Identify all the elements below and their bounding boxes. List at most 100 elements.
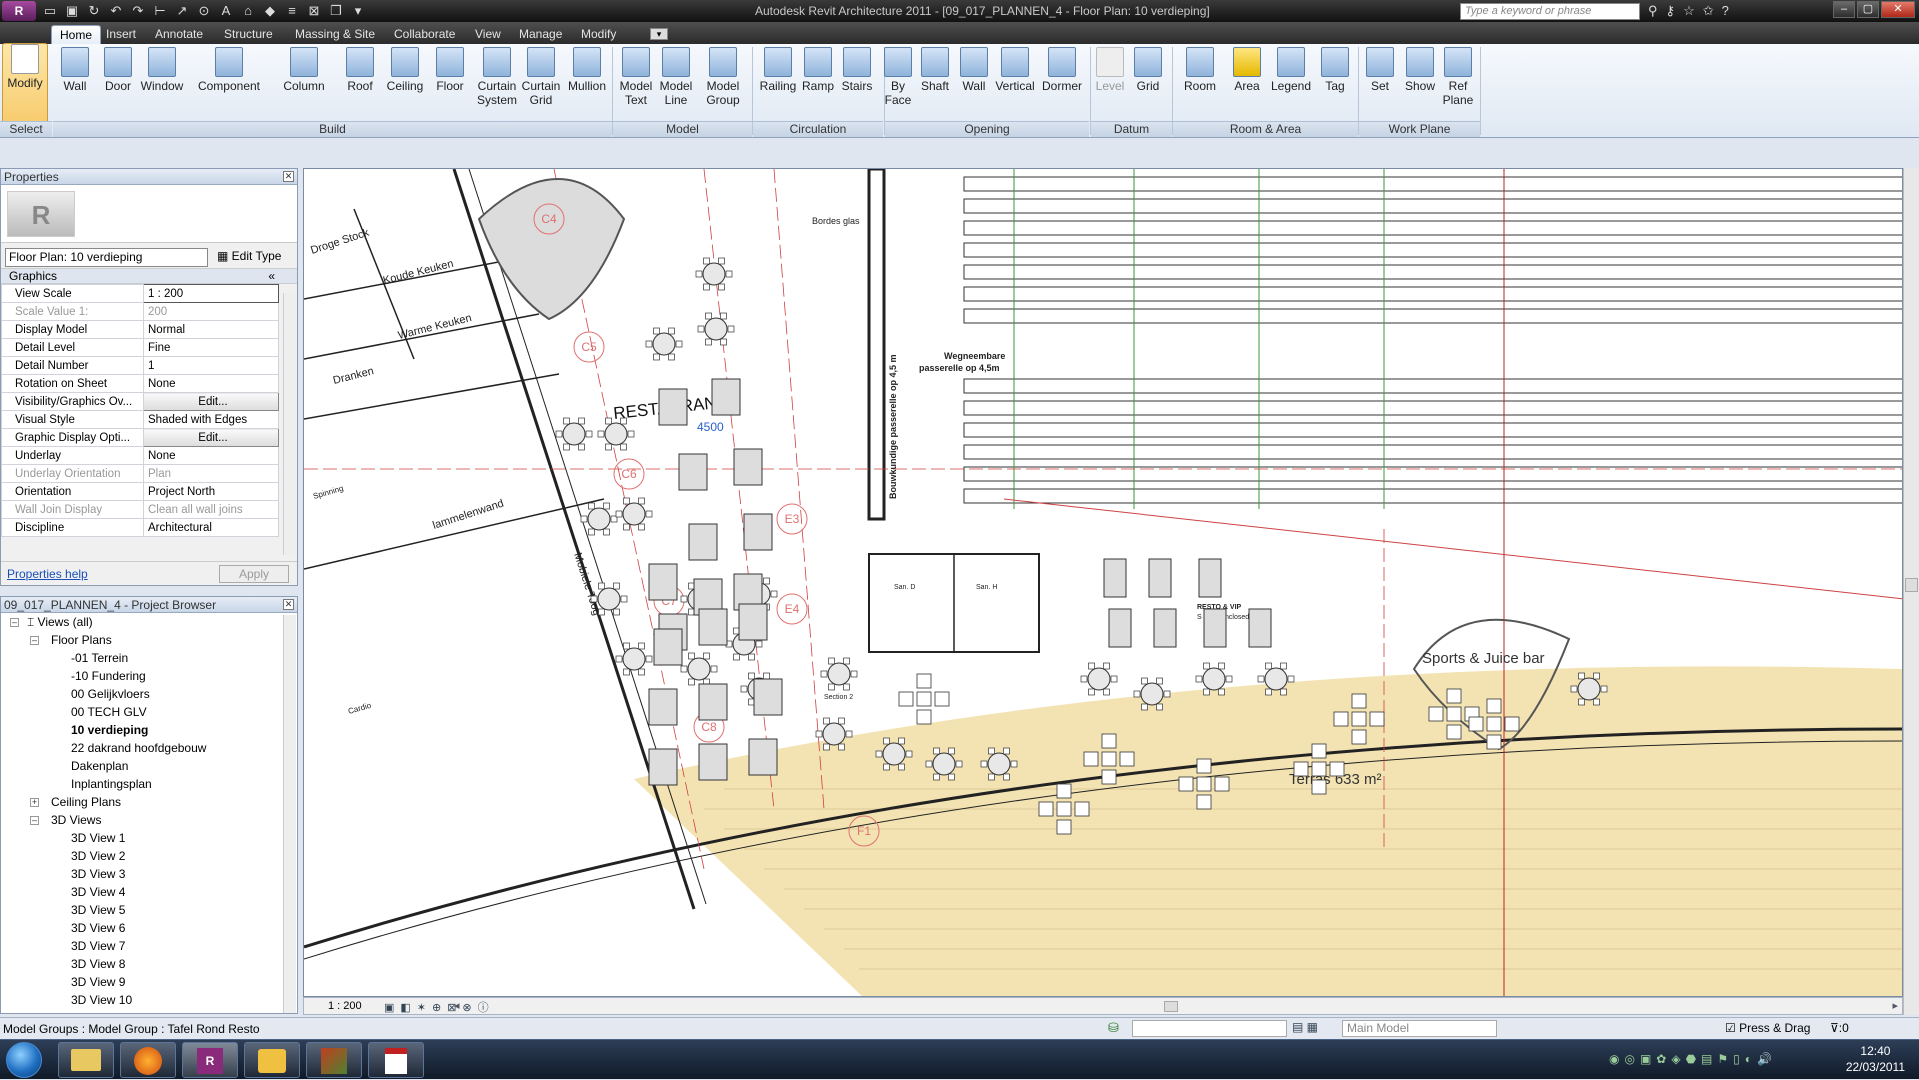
property-row[interactable]: View Scale 1 : 200 [1, 284, 279, 303]
tree-node-floor-plans[interactable]: Floor Plans [51, 631, 112, 649]
tree-node-view[interactable]: 3D View 4 [71, 883, 125, 901]
group-label-room-area[interactable]: Room & Area [1173, 121, 1358, 137]
redo-icon[interactable]: ↷ [130, 3, 146, 19]
tree-node-view[interactable]: 3D View 2 [71, 847, 125, 865]
ceiling-button[interactable]: Ceiling [382, 47, 428, 93]
tab-manage[interactable]: Manage [511, 25, 570, 44]
tree-node-ceiling-plans[interactable]: Ceiling Plans [51, 793, 121, 811]
drawing-canvas[interactable]: Koude Keuken Warme Keuken Droge Stock Dr… [303, 168, 1903, 997]
tab-structure[interactable]: Structure [216, 25, 281, 44]
properties-scrollbar[interactable] [283, 293, 296, 555]
door-button[interactable]: Door [98, 47, 138, 93]
taskbar-outlook[interactable] [244, 1042, 300, 1078]
close-icon[interactable]: ✕ [1881, 1, 1915, 18]
taskbar-clock[interactable]: 12:40 22/03/2011 [1846, 1043, 1905, 1075]
property-row[interactable]: Rotation on Sheet None [1, 374, 279, 393]
favorites-icon[interactable]: ✩ [1703, 3, 1714, 19]
key-icon[interactable]: ⚷ [1666, 3, 1676, 19]
undo-icon[interactable]: ↶ [108, 3, 124, 19]
collapse-icon[interactable]: – [30, 816, 39, 825]
legend-button[interactable]: Legend [1266, 47, 1316, 93]
help-icon[interactable]: ? [1722, 3, 1729, 19]
window-button[interactable]: Window [138, 47, 186, 93]
filter-icon[interactable]: ⊽:0 [1830, 1021, 1849, 1035]
tab-home[interactable]: Home [51, 25, 102, 44]
grid-button[interactable]: Grid [1128, 47, 1168, 93]
scroll-right-icon[interactable]: ▸ [1892, 999, 1898, 1012]
section-icon[interactable]: ◆ [262, 3, 278, 19]
star-icon[interactable]: ☆ [1683, 3, 1695, 19]
dormer-button[interactable]: Dormer [1036, 47, 1088, 93]
design-option-dropdown[interactable]: Main Model [1342, 1020, 1497, 1037]
worksets-icon[interactable]: ⛁ [1108, 1020, 1124, 1036]
taskbar-firefox[interactable] [120, 1042, 176, 1078]
type-selector[interactable]: Floor Plan: 10 verdieping [5, 248, 208, 267]
close-icon[interactable]: ✕ [283, 599, 294, 610]
tree-node-views-all[interactable]: ⌶ Views (all) [27, 613, 93, 631]
scroll-left-icon[interactable]: ◂ [454, 999, 460, 1012]
tab-collaborate[interactable]: Collaborate [386, 25, 463, 44]
horizontal-scroll-thumb[interactable] [1164, 1001, 1178, 1012]
close-hidden-icon[interactable]: ⊠ [306, 3, 322, 19]
tree-node-view[interactable]: 3D View 6 [71, 919, 125, 937]
room-button[interactable]: Room [1178, 47, 1222, 93]
properties-group-graphics[interactable]: Graphics « [1, 269, 297, 284]
tree-node-view[interactable]: 00 TECH GLV [71, 703, 147, 721]
curtain-grid-button[interactable]: Curtain Grid [518, 47, 564, 107]
property-row[interactable]: Orientation Project North [1, 482, 279, 501]
vertical-scrollbar[interactable] [1903, 168, 1919, 1015]
tree-node-view[interactable]: -10 Fundering [71, 667, 146, 685]
text-icon[interactable]: A [218, 3, 234, 19]
group-label-select[interactable]: Select [0, 121, 52, 137]
stairs-button[interactable]: Stairs [836, 47, 878, 93]
taskbar-acrobat[interactable] [368, 1042, 424, 1078]
dimension-icon[interactable]: ↗ [174, 3, 190, 19]
tab-annotate[interactable]: Annotate [147, 25, 211, 44]
tab-view[interactable]: View [467, 25, 509, 44]
edit-button[interactable]: Edit... [143, 392, 279, 411]
maximize-icon[interactable]: ▢ [1857, 1, 1879, 18]
ribbon-minimize-icon[interactable]: ▾ [650, 28, 668, 40]
minimize-icon[interactable]: – [1833, 1, 1855, 18]
tree-node-3d-views[interactable]: 3D Views [51, 811, 101, 829]
tab-modify[interactable]: Modify [573, 25, 624, 44]
area-button[interactable]: Area [1228, 47, 1266, 93]
by-face-button[interactable]: By Face [880, 47, 916, 107]
set-button[interactable]: Set [1362, 47, 1398, 93]
property-row[interactable]: Visibility/Graphics Ov... Edit... [1, 392, 279, 411]
workset-dropdown[interactable] [1132, 1020, 1287, 1037]
view-control-icons[interactable]: ▣◧✶⊕⊠⊗ⓘ [384, 999, 495, 1015]
tree-node-view[interactable]: Inplantingsplan [71, 775, 152, 793]
property-row[interactable]: Detail Number 1 [1, 356, 279, 375]
vertical-button[interactable]: Vertical [992, 47, 1038, 93]
property-row[interactable]: Graphic Display Opti... Edit... [1, 428, 279, 447]
3d-view-icon[interactable]: ⌂ [240, 3, 256, 19]
curtain-system-button[interactable]: Curtain System [474, 47, 520, 107]
qat-dropdown-icon[interactable]: ▾ [350, 3, 366, 19]
tree-node-view[interactable]: 00 Gelijkvloers [71, 685, 150, 703]
tree-node-view[interactable]: 3D View 8 [71, 955, 125, 973]
save-icon[interactable]: ▣ [64, 3, 80, 19]
sync-icon[interactable]: ↻ [86, 3, 102, 19]
view-scale[interactable]: 1 : 200 [328, 1000, 362, 1012]
roof-button[interactable]: Roof [340, 47, 380, 93]
expand-icon[interactable]: + [30, 798, 39, 807]
tag-icon[interactable]: ⊙ [196, 3, 212, 19]
component-button[interactable]: Component [194, 47, 264, 93]
property-row[interactable]: Discipline Architectural [1, 518, 279, 537]
collapse-icon[interactable]: « [268, 269, 275, 284]
collapse-icon[interactable]: – [30, 636, 39, 645]
property-row[interactable]: Detail Level Fine [1, 338, 279, 357]
column-button[interactable]: Column [280, 47, 328, 93]
tree-node-view[interactable]: 3D View 9 [71, 973, 125, 991]
tree-node-view[interactable]: Dakenplan [71, 757, 128, 775]
tree-node-view[interactable]: 3D View 5 [71, 901, 125, 919]
tree-node-view[interactable]: -01 Terrein [71, 649, 128, 667]
apply-button[interactable]: Apply [219, 565, 289, 583]
thin-lines-icon[interactable]: ≡ [284, 3, 300, 19]
search-input[interactable]: Type a keyword or phrase [1460, 3, 1640, 20]
design-options-icon[interactable]: ▤ ▦ [1292, 1020, 1318, 1034]
start-button[interactable] [6, 1042, 42, 1078]
close-icon[interactable]: ✕ [283, 171, 294, 182]
tree-node-active-view[interactable]: 10 verdieping [71, 721, 148, 739]
